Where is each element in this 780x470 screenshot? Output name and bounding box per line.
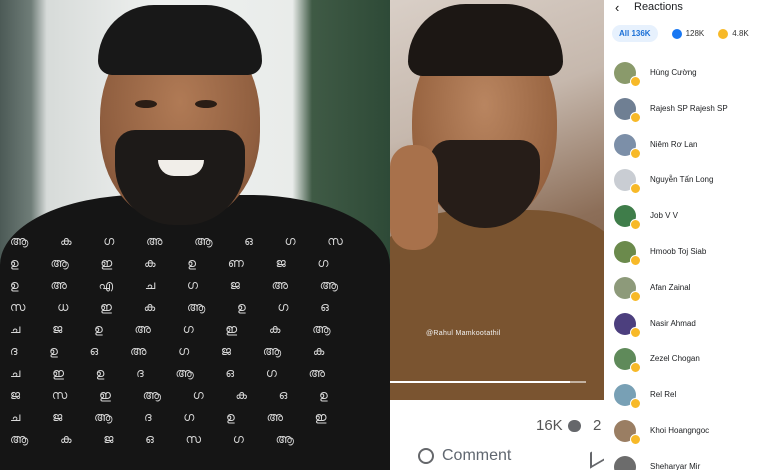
tab-all[interactable]: All 136K [612,25,658,42]
reaction-badge-icon [630,76,641,87]
reaction-tabs: All 136K 128K 4.8K [612,25,749,42]
video-progress-fill [390,381,571,383]
video-person-hair [408,4,563,76]
reaction-list-item[interactable]: Niêm Rơ Lan [604,128,780,164]
comment-label: Comment [442,447,512,464]
left-photo: ആ ക ഗ അ ആ ഒ ഗ സ ഉ ആ ഇ ക ഉ ണ ജ ഗ ഉ അ എ ച … [0,0,390,470]
comment-icon [418,448,434,464]
reaction-list-item[interactable]: Nguyễn Tấn Long [604,163,780,199]
reaction-badge-icon [630,219,641,231]
reaction-list-item[interactable]: Hmoob Toj Siab [604,235,780,271]
reactor-name[interactable]: Rel Rel [650,390,676,399]
haha-icon [718,28,729,39]
share-count[interactable]: 2 [593,417,601,434]
video-progress-bar[interactable] [390,381,586,383]
back-arrow-icon[interactable]: ‹ [615,1,619,14]
reaction-badge-icon [630,111,641,123]
tab-haha[interactable]: 4.8K [718,28,749,39]
reaction-badge-icon [630,433,641,445]
reaction-list-item[interactable]: Sheharyar Mir [604,450,780,470]
reaction-list-item[interactable]: Hùng Cường [604,56,780,92]
comment-button[interactable]: Comment [418,447,511,465]
reaction-badge-icon [630,147,641,159]
tab-haha-count: 4.8K [732,29,749,38]
reaction-list-item[interactable]: Rel Rel [604,378,780,414]
shirt-print: ആ ക ഗ അ ആ ഒ ഗ സ ഉ ആ ഇ ക ഉ ണ ജ ഗ ഉ അ എ ച … [10,234,357,446]
reaction-badge-icon [630,326,641,338]
reactions-title: Reactions [634,1,683,13]
video-person-hand [390,145,438,250]
reactor-name[interactable]: Afan Zainal [650,283,690,292]
reactor-name[interactable]: Sheharyar Mir [650,462,700,470]
like-icon [671,28,682,39]
reaction-badge-icon [630,254,641,266]
video-frame[interactable]: @Rahul Mamkootathil [390,0,604,400]
tab-like[interactable]: 128K [671,28,705,39]
hair [98,5,262,75]
reactor-name[interactable]: Niêm Rơ Lan [650,140,697,149]
reaction-badge-icon [630,290,641,302]
reactor-name[interactable]: Zezel Chogan [650,354,700,363]
comment-bubble-icon [568,420,581,432]
reactor-name[interactable]: Hmoob Toj Siab [650,247,706,256]
reactor-name[interactable]: Hùng Cường [650,68,697,77]
reactions-list: Hùng Cường Rajesh SP Rajesh SP Niêm Rơ Lan… [604,56,780,470]
reaction-badge-icon [630,362,641,374]
reactor-name[interactable]: Nguyễn Tấn Long [650,175,713,184]
post-action-bar: 16K 2 Comment [390,400,606,470]
reaction-list-item[interactable]: Nasir Ahmad [604,307,780,343]
reaction-list-item[interactable]: Afan Zainal [604,271,780,307]
comment-count[interactable]: 16K [536,417,563,434]
reactions-header: ‹ Reactions [604,0,780,16]
reactor-name[interactable]: Job V V [650,211,678,220]
eye-right [195,100,217,108]
avatar[interactable] [614,455,636,470]
reactions-panel: ‹ Reactions All 136K 128K 4.8K Hùng Cườn… [604,0,780,470]
reaction-list-item[interactable]: Job V V [604,199,780,235]
reaction-list-item[interactable]: Zezel Chogan [604,342,780,378]
reactor-name[interactable]: Nasir Ahmad [650,319,696,328]
reaction-list-item[interactable]: Rajesh SP Rajesh SP [604,92,780,128]
reactor-name[interactable]: Rajesh SP Rajesh SP [650,104,728,113]
tab-like-count: 128K [685,29,705,38]
reaction-badge-icon [630,398,641,410]
reaction-badge-icon [630,183,641,195]
video-watermark: @Rahul Mamkootathil [426,330,501,337]
reaction-list-item[interactable]: Khoi Hoangngoc [604,414,780,450]
reactor-name[interactable]: Khoi Hoangngoc [650,426,709,435]
eye-left [135,100,157,108]
